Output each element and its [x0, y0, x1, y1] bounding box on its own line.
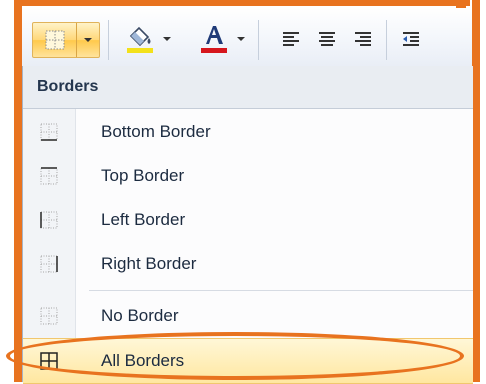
- align-left-icon: [283, 32, 299, 46]
- annotation-frame-top: [14, 0, 470, 6]
- menu-item-label: No Border: [101, 306, 179, 325]
- borders-dropdown-arrow[interactable]: [77, 23, 99, 57]
- menu-item-no-border[interactable]: No Border: [23, 294, 473, 338]
- align-center-icon: [319, 32, 335, 46]
- chevron-down-icon: [237, 37, 245, 41]
- menu-item-label: Top Border: [101, 166, 185, 185]
- align-center-button[interactable]: [312, 24, 342, 54]
- borders-button[interactable]: [34, 23, 77, 57]
- no-border-icon: [40, 307, 58, 325]
- menu-item-label: Right Border: [101, 254, 197, 273]
- fill-color-button[interactable]: [120, 20, 160, 58]
- menu-item-left-border[interactable]: Left Border: [23, 198, 473, 242]
- annotation-frame-left: [14, 0, 22, 382]
- menu-item-label: Bottom Border: [101, 122, 211, 141]
- align-left-button[interactable]: [276, 24, 306, 54]
- font-color-icon: [201, 26, 227, 53]
- menu-item-label: All Borders: [101, 351, 185, 370]
- menu-header-title: Borders: [37, 78, 99, 95]
- decrease-indent-icon: [403, 32, 419, 46]
- decrease-indent-button[interactable]: [396, 24, 426, 54]
- align-right-icon: [355, 32, 371, 46]
- fill-color-dropdown[interactable]: [162, 34, 172, 44]
- right-border-icon: [40, 255, 58, 273]
- menu-item-all-borders[interactable]: All Borders: [23, 338, 473, 384]
- fill-color-icon: [127, 26, 153, 53]
- menu-item-label: Left Border: [101, 210, 186, 229]
- ribbon-toolbar: [22, 8, 472, 67]
- menu-header: Borders: [23, 66, 473, 109]
- chevron-down-icon: [83, 38, 92, 42]
- chevron-down-icon: [163, 37, 171, 41]
- all-borders-icon: [40, 352, 58, 370]
- toolbar-separator: [258, 20, 259, 60]
- toolbar-separator: [386, 20, 387, 60]
- menu-item-top-border[interactable]: Top Border: [23, 154, 473, 198]
- align-right-button[interactable]: [348, 24, 378, 54]
- font-color-dropdown[interactable]: [236, 34, 246, 44]
- menu-separator: [89, 290, 473, 291]
- borders-split-button[interactable]: [32, 22, 100, 58]
- font-color-button[interactable]: [194, 20, 234, 58]
- menu-item-bottom-border[interactable]: Bottom Border: [23, 110, 473, 154]
- bottom-border-icon: [40, 123, 58, 141]
- borders-menu: Borders Bottom Border Top Border Left Bo…: [22, 66, 473, 384]
- annotation-frame-right: [472, 0, 480, 382]
- menu-item-right-border[interactable]: Right Border: [23, 242, 473, 286]
- toolbar-separator: [108, 20, 109, 60]
- left-border-icon: [40, 211, 58, 229]
- borders-icon: [45, 30, 64, 50]
- top-border-icon: [40, 167, 58, 185]
